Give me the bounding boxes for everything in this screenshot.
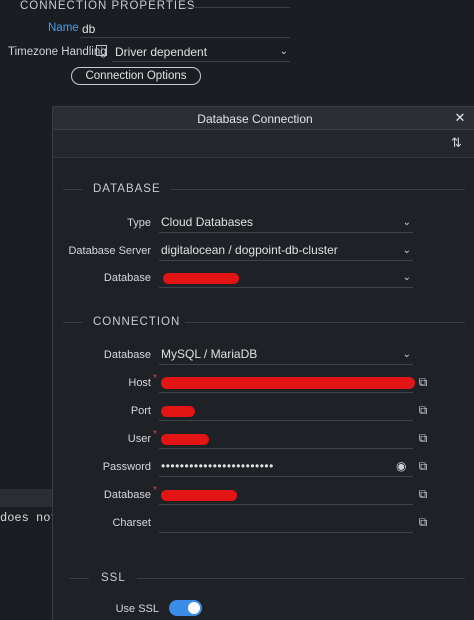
chevron-down-icon: ⌄ [402,217,411,228]
port-label: Port [130,405,151,417]
redaction-mark [161,377,415,389]
variable-icon[interactable]: ⧉ [416,487,430,502]
use-ssl-label: Use SSL [115,603,159,615]
background-panel-strip [0,489,54,507]
variable-icon[interactable]: ⧉ [416,403,430,418]
ssl-section-heading: SSL [101,572,126,584]
host-input[interactable] [159,373,415,393]
database-connection-dialog: Database Connection ✕ ⇅ DATABASE Type Cl… [52,106,474,620]
password-input[interactable]: •••••••••••••••••••••••• [159,457,413,477]
database-section-heading: DATABASE [93,183,161,195]
port-input[interactable] [159,401,413,421]
variable-icon[interactable]: ⧉ [416,515,430,530]
section-divider [69,578,89,579]
driver-select-value: MySQL / MariaDB [161,347,258,361]
dialog-title: Database Connection [197,112,313,126]
redaction-mark [161,406,195,417]
user-label: User [127,433,151,445]
type-label: Type [127,217,151,229]
variable-icon[interactable]: ⧉ [416,459,430,474]
host-label: Host [128,377,151,389]
chevron-down-icon: ⌄ [279,46,288,57]
database-label: Database [103,272,151,284]
dialog-header: Database Connection ✕ [53,107,474,130]
database-server-value: digitalocean / dogpoint-db-cluster [161,243,338,257]
password-value: •••••••••••••••••••••••• [161,459,274,473]
redaction-mark [161,490,237,501]
chevron-down-icon: ⌄ [402,349,411,360]
redaction-mark [163,273,239,284]
variable-icon[interactable]: ⧉ [416,431,430,446]
info-icon[interactable]: i [96,45,107,56]
driver-select[interactable]: MySQL / MariaDB ⌄ [159,345,413,365]
charset-input[interactable] [159,513,413,533]
section-divider [185,322,465,323]
section-divider [171,189,465,190]
eye-icon[interactable]: ◉ [396,459,406,473]
sort-icon[interactable]: ⇅ [451,135,462,151]
required-marker: * [153,485,157,496]
variable-icon[interactable]: ⧉ [416,375,430,390]
close-icon[interactable]: ✕ [453,110,467,126]
database-server-label: Database Server [68,245,151,257]
section-divider [137,578,465,579]
use-ssl-toggle[interactable] [169,600,202,616]
connection-database-label: Database [103,349,151,361]
section-divider [63,189,83,190]
database-server-select[interactable]: digitalocean / dogpoint-db-cluster ⌄ [159,241,413,261]
toggle-knob [188,602,200,614]
name-label: Name [48,22,79,34]
type-select[interactable]: Cloud Databases ⌄ [159,213,413,233]
timezone-label: Timezone Handling [8,46,107,58]
section-divider [63,322,83,323]
connection-properties-heading: CONNECTION PROPERTIES [20,0,196,12]
connection-options-button[interactable]: Connection Options [71,67,201,85]
charset-label: Charset [112,517,151,529]
required-marker: * [153,373,157,384]
dialog-toolbar: ⇅ [53,130,474,158]
name-input[interactable]: db [82,22,95,36]
database-name-input[interactable] [159,485,413,505]
chevron-down-icon: ⌄ [402,245,411,256]
required-marker: * [153,429,157,440]
timezone-select[interactable]: Driver dependent ⌄ [112,43,290,62]
connection-section-heading: CONNECTION [93,316,181,328]
database-select[interactable]: ⌄ [159,268,413,288]
section-divider [182,7,290,8]
background-output-text: does not [0,511,58,525]
password-label: Password [102,461,151,473]
name-input-underline [80,37,290,38]
redaction-mark [161,434,209,445]
user-input[interactable] [159,429,413,449]
chevron-down-icon: ⌄ [402,272,411,283]
database-name-label: Database [103,489,151,501]
type-select-value: Cloud Databases [161,215,254,229]
timezone-select-value: Driver dependent [115,45,208,59]
